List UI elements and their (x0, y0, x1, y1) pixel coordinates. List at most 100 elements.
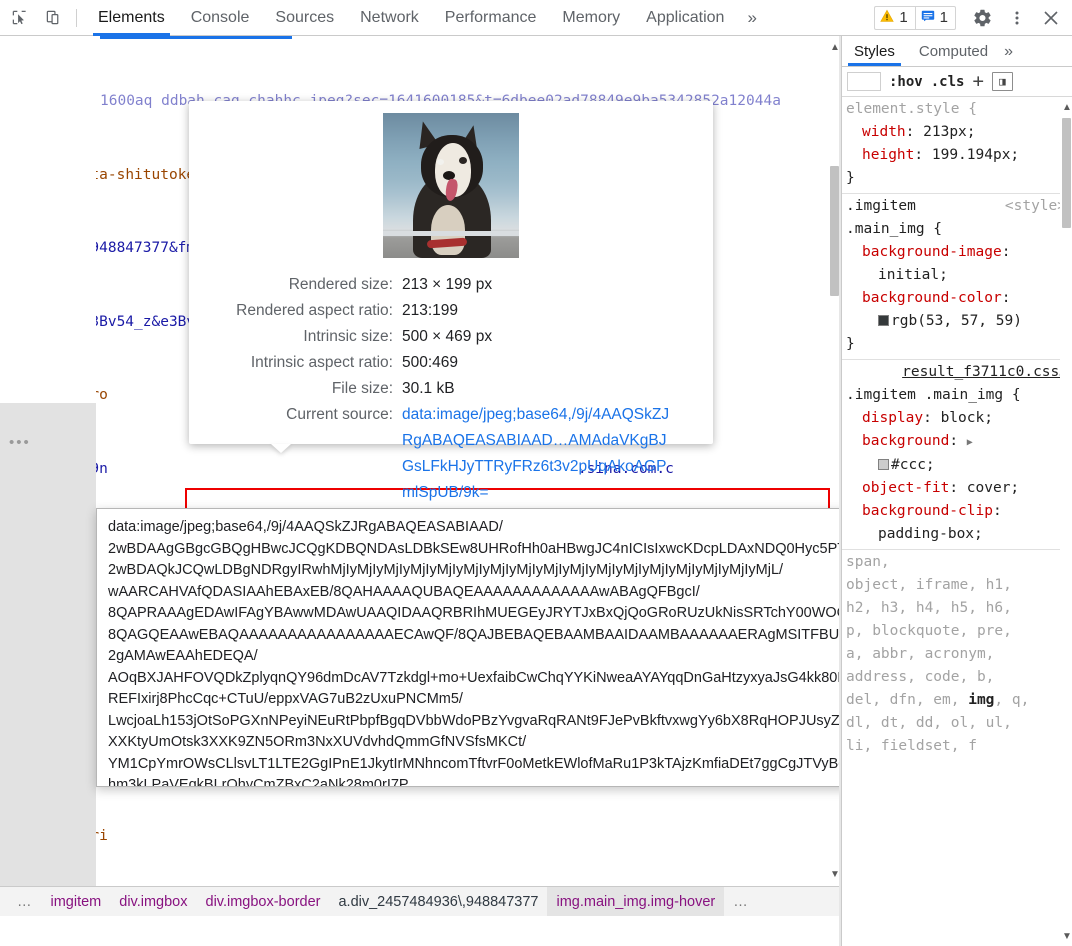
more-tabs-icon[interactable]: » (737, 0, 766, 36)
css-property-value[interactable]: initial; (846, 264, 1072, 287)
breadcrumb-overflow-right[interactable]: … (724, 894, 758, 910)
matched-selector-line[interactable]: dl, dt, dd, ol, ul, (846, 712, 1072, 735)
force-state-button[interactable]: :hov (889, 74, 923, 90)
tab-application[interactable]: Application (633, 0, 737, 36)
warning-icon (880, 9, 895, 27)
toolbar-right-group: 1 1 (874, 3, 1072, 33)
styles-scroll-down-arrow[interactable]: ▼ (1062, 931, 1072, 942)
css-rule-matched-selectors[interactable]: span, object, iframe, h1, h2, h3, h4, h5… (842, 550, 1072, 761)
css-stylesheet-link[interactable]: result_f3711c0.css… (902, 364, 1068, 380)
css-declaration[interactable]: height: 199.194px; (846, 144, 1072, 167)
tab-computed[interactable]: Computed (907, 43, 1000, 66)
tab-console[interactable]: Console (178, 0, 263, 36)
elements-scroll-thumb[interactable] (830, 166, 839, 296)
styles-scrollbar[interactable]: ▲ ▼ (1060, 98, 1072, 946)
css-property-value[interactable]: rgb(53, 57, 59) (891, 313, 1022, 329)
css-selector[interactable]: .imgitem .main_img { (846, 384, 1072, 407)
element-classes-button[interactable]: .cls (931, 74, 965, 90)
styles-tabbar: Styles Computed » (842, 36, 1072, 67)
css-declaration[interactable]: width: 213px; (846, 121, 1072, 144)
message-count: 1 (939, 9, 948, 26)
current-source-value[interactable]: data:image/jpeg;base64,/9j/4AAQSkZJRgABA… (402, 402, 672, 506)
color-swatch-icon[interactable] (878, 459, 889, 470)
breadcrumb-item-img-selected[interactable]: img.main_img.img-hover (547, 886, 725, 916)
css-property-value-row[interactable]: #ccc; (846, 454, 1072, 477)
matched-selector-line[interactable]: a, abbr, acronym, (846, 643, 1072, 666)
matched-selector-line-with-hit[interactable]: del, dfn, em, img, q, (846, 689, 1072, 712)
css-declaration[interactable]: background-image: (846, 241, 1072, 264)
tooltip-row: File size: 30.1 kB (189, 376, 713, 402)
tooltip-row: Rendered aspect ratio: 213:199 (189, 298, 713, 324)
dock-edge (383, 231, 519, 236)
css-property-name: display (862, 410, 924, 426)
css-declaration[interactable]: object-fit: cover; (846, 477, 1072, 500)
tooltip-row: Intrinsic aspect ratio: 500:469 (189, 350, 713, 376)
css-rule-inline-style[interactable]: .imgitem <style> .main_img { background-… (842, 194, 1072, 360)
css-property-value-row[interactable]: rgb(53, 57, 59) (846, 310, 1072, 333)
styles-panel: Styles Computed » :hov .cls + ◨ element.… (841, 36, 1072, 946)
gear-icon[interactable] (968, 3, 998, 33)
styles-rules-list[interactable]: element.style { width: 213px; height: 19… (842, 97, 1072, 946)
intrinsic-size-label: Intrinsic size: (303, 328, 393, 345)
tab-memory[interactable]: Memory (549, 0, 633, 36)
panel-tabs: Elements Console Sources Network Perform… (85, 0, 767, 36)
tab-sources[interactable]: Sources (262, 0, 347, 36)
expand-triangle-icon[interactable]: ▶ (967, 437, 973, 448)
breadcrumb-overflow-left[interactable]: … (8, 894, 42, 910)
styles-filter-bar: :hov .cls + ◨ (842, 67, 1072, 97)
styles-more-tabs-icon[interactable]: » (1000, 43, 1021, 66)
message-counter[interactable]: 1 (914, 5, 956, 30)
css-property-value[interactable]: block; (941, 410, 993, 426)
css-declaration[interactable]: background-clip: (846, 500, 1072, 523)
intrinsic-aspect-value: 500:469 (402, 354, 459, 371)
breadcrumb-item-div-imgbox[interactable]: div.imgbox (110, 894, 196, 910)
message-icon (921, 9, 935, 27)
matched-selector-line[interactable]: span, (846, 551, 1072, 574)
intrinsic-aspect-label: Intrinsic aspect ratio: (250, 354, 393, 371)
breadcrumb-item-div-imgbox-border[interactable]: div.imgbox-border (197, 894, 330, 910)
css-declaration[interactable]: background: ▶ (846, 430, 1072, 454)
styles-scroll-thumb[interactable] (1062, 118, 1071, 228)
css-property-name: background (862, 433, 950, 449)
cursor-select-icon[interactable] (4, 3, 34, 33)
css-property-value[interactable]: 199.194px; (932, 147, 1019, 163)
close-icon[interactable] (1036, 3, 1066, 33)
styles-scroll-up-arrow[interactable]: ▲ (1062, 102, 1072, 113)
breadcrumb-item-imgitem[interactable]: imgitem (42, 894, 111, 910)
gutter-dots-icon[interactable]: ••• (9, 434, 31, 451)
css-rule-close: } (846, 170, 855, 186)
matched-selector-line[interactable]: object, iframe, h1, (846, 574, 1072, 597)
css-selector-cont[interactable]: .main_img { (846, 218, 1072, 241)
css-property-value[interactable]: 213px; (923, 124, 975, 140)
styles-filter-input[interactable] (847, 72, 881, 91)
css-property-value[interactable]: padding-box; (846, 523, 1072, 546)
matched-selector-line[interactable]: address, code, b, (846, 666, 1072, 689)
breadcrumb-item-anchor[interactable]: a.div_2457484936\,948847377 (329, 894, 547, 910)
matched-selector-line[interactable]: h2, h3, h4, h5, h6, (846, 597, 1072, 620)
css-rule-origin[interactable]: <style> (1005, 195, 1066, 218)
css-selector[interactable]: .imgitem (846, 195, 916, 218)
tab-elements[interactable]: Elements (85, 0, 178, 36)
matched-selector-hit: img (968, 692, 995, 708)
matched-selector-line[interactable]: li, fieldset, f (846, 735, 1072, 758)
tab-styles[interactable]: Styles (842, 43, 907, 66)
dom-line[interactable]: iscopyri (0, 824, 840, 849)
new-style-rule-button[interactable]: + (972, 72, 983, 91)
color-swatch-icon[interactable] (878, 315, 889, 326)
css-rule-element-style[interactable]: element.style { width: 213px; height: 19… (842, 97, 1072, 194)
css-rule-stylesheet[interactable]: result_f3711c0.css… .imgitem .main_img {… (842, 360, 1072, 550)
css-declaration[interactable]: display: block; (846, 407, 1072, 430)
warning-counter[interactable]: 1 (874, 5, 915, 30)
tab-performance[interactable]: Performance (432, 0, 550, 36)
tab-network[interactable]: Network (347, 0, 432, 36)
matched-selector-line[interactable]: p, blockquote, pre, (846, 620, 1072, 643)
css-selector: element.style { (846, 101, 977, 117)
css-declaration[interactable]: background-color: (846, 287, 1072, 310)
kebab-menu-icon[interactable] (1002, 3, 1032, 33)
css-property-value[interactable]: #ccc; (891, 457, 935, 473)
css-property-value[interactable]: cover; (967, 480, 1019, 496)
device-toolbar-icon[interactable] (38, 3, 68, 33)
preview-image-wrap (189, 113, 713, 258)
left-gutter (0, 403, 96, 886)
panel-toggle-icon[interactable]: ◨ (991, 72, 1013, 91)
